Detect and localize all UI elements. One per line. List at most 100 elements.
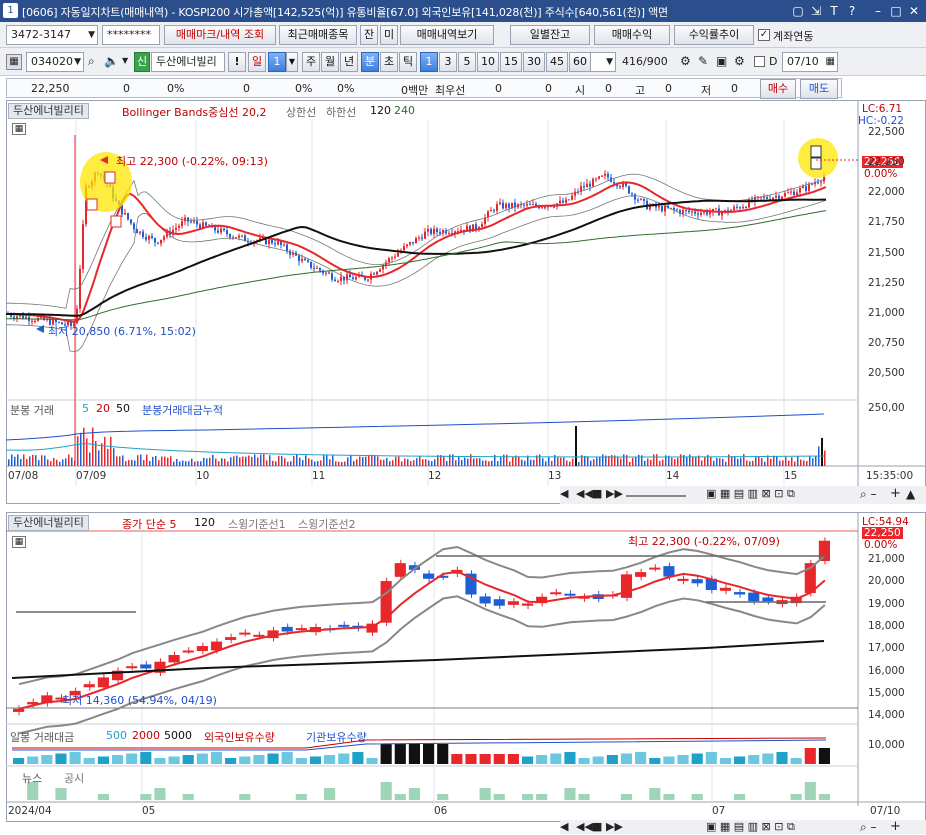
- intraday-volume-bar: [776, 456, 778, 466]
- trade-history-button[interactable]: 매매내역보기: [400, 25, 494, 45]
- pin-icon[interactable]: ⇲: [808, 3, 824, 19]
- stop-icon[interactable]: ■: [592, 487, 602, 500]
- text-t-icon[interactable]: T: [826, 3, 842, 19]
- chart-tools-icon[interactable]: ▣ ▦ ▤ ▥ ⊠ ⊡ ⧉: [706, 820, 795, 834]
- settings-icon[interactable]: ⚙: [734, 54, 745, 68]
- top-x-tick-label: 13: [548, 470, 562, 482]
- interval-button-3[interactable]: 3: [439, 52, 457, 72]
- next-icon[interactable]: ▶▶: [606, 487, 623, 500]
- top-x-tick-label: 07/08: [8, 470, 39, 482]
- order-icon[interactable]: ⚙: [680, 54, 691, 68]
- interval-button-10[interactable]: 10: [477, 52, 499, 72]
- return-trend-button[interactable]: 수익률추이: [674, 25, 754, 45]
- balance-button[interactable]: 잔: [360, 25, 378, 45]
- interval-button-45[interactable]: 45: [546, 52, 568, 72]
- period-tick-button[interactable]: 틱: [399, 52, 417, 72]
- help-icon[interactable]: ?: [844, 3, 860, 19]
- intraday-candle: [274, 243, 276, 245]
- period-year-button[interactable]: 년: [340, 52, 358, 72]
- intraday-volume-bar: [344, 461, 346, 466]
- intraday-volume-bar: [800, 459, 802, 466]
- bottom-pct-tag: 0.00%: [864, 539, 898, 551]
- intraday-candle: [412, 242, 414, 244]
- close-icon[interactable]: ✕: [906, 3, 922, 19]
- bottom-x-tick-label: 2024/04: [8, 805, 52, 817]
- date-checkbox[interactable]: [754, 56, 765, 67]
- speaker-icon[interactable]: 🔈: [104, 54, 119, 68]
- stock-name-field[interactable]: 두산에너빌리: [151, 52, 225, 72]
- period-week-button[interactable]: 주: [302, 52, 320, 72]
- scroll-left-icon[interactable]: ◀: [560, 820, 568, 833]
- zoom-out-icon[interactable]: ⌕ –: [860, 487, 877, 502]
- chevron-down-icon[interactable]: ▼: [286, 52, 298, 72]
- zoom-in-icon[interactable]: +: [890, 486, 901, 501]
- minimize-icon[interactable]: –: [870, 3, 886, 19]
- magnify-icon[interactable]: ▲: [906, 487, 915, 501]
- sell-button[interactable]: 매도: [800, 79, 838, 99]
- stock-code-input[interactable]: 034020 ▼: [26, 52, 84, 72]
- daily-candle: [394, 563, 406, 577]
- intraday-volume-bar: [737, 458, 739, 466]
- grid-toggle-icon[interactable]: ▦: [12, 536, 26, 548]
- daily-candle: [479, 596, 491, 604]
- intraday-volume-bar: [227, 461, 229, 466]
- daily-balance-button[interactable]: 일별잔고: [510, 25, 590, 45]
- trade-profit-button[interactable]: 매매수익: [594, 25, 670, 45]
- stop-icon[interactable]: ■: [592, 820, 602, 833]
- scroll-left-icon[interactable]: ◀: [560, 487, 568, 500]
- save-icon[interactable]: ▣: [716, 54, 727, 68]
- chart-tools-icon[interactable]: ▣ ▦ ▤ ▥ ⊠ ⊡ ⧉: [706, 487, 795, 501]
- unfilled-button[interactable]: 미: [380, 25, 398, 45]
- chevron-down-icon[interactable]: ▼: [122, 56, 128, 65]
- account-select[interactable]: 3472-3147 ▼: [6, 25, 98, 45]
- prev-icon[interactable]: ◀◀: [576, 820, 593, 833]
- interval-button-30[interactable]: 30: [523, 52, 545, 72]
- layout-icon[interactable]: ▦: [6, 54, 22, 70]
- intraday-volume-bar: [350, 455, 352, 466]
- intraday-volume-bar: [788, 460, 790, 466]
- intraday-volume-bar: [176, 459, 178, 466]
- intraday-volume-bar: [467, 458, 469, 466]
- daily-candle: [380, 581, 392, 623]
- interval-button-60[interactable]: 60: [569, 52, 591, 72]
- recent-trades-button[interactable]: 최근매매종목: [279, 25, 357, 45]
- period-value[interactable]: 1: [268, 52, 286, 72]
- interval-button-5[interactable]: 5: [458, 52, 476, 72]
- intraday-candle: [31, 320, 33, 322]
- next-icon[interactable]: ▶▶: [606, 820, 623, 833]
- trade-mark-button[interactable]: 매매마크/내역 조회: [164, 25, 276, 45]
- zoom-in-icon[interactable]: +: [890, 819, 901, 834]
- intraday-candle: [676, 209, 678, 211]
- period-day-button[interactable]: 일: [248, 52, 266, 72]
- window-list-icon[interactable]: ▢: [790, 3, 806, 19]
- intraday-volume-bar: [518, 456, 520, 466]
- intraday-volume-bar: [677, 457, 679, 466]
- zoom-slider[interactable]: [626, 495, 686, 497]
- intraday-volume-bar: [644, 460, 646, 466]
- daily-volume-bar: [762, 753, 774, 764]
- daily-chart-svg[interactable]: [6, 512, 926, 822]
- search-icon[interactable]: ⌕: [88, 54, 95, 69]
- date-input[interactable]: 07/10 ▦: [782, 52, 838, 72]
- zoom-out-icon[interactable]: ⌕ –: [860, 820, 877, 835]
- buy-button[interactable]: 매수: [760, 79, 796, 99]
- intraday-volume-bar: [296, 454, 298, 466]
- password-field[interactable]: ********: [102, 25, 160, 45]
- interval-button-1[interactable]: 1: [420, 52, 438, 72]
- intraday-candle: [496, 204, 498, 211]
- intraday-candle: [673, 207, 675, 210]
- period-minute-button[interactable]: 분: [361, 52, 379, 72]
- intraday-candle: [784, 193, 786, 197]
- chevron-down-icon: ▼: [74, 57, 81, 67]
- intraday-candle: [217, 230, 219, 233]
- account-link-checkbox[interactable]: ✓: [758, 29, 770, 41]
- period-month-button[interactable]: 월: [321, 52, 339, 72]
- draw-icon[interactable]: ✎: [698, 54, 708, 68]
- maximize-icon[interactable]: □: [888, 3, 904, 19]
- grid-toggle-icon[interactable]: ▦: [12, 123, 26, 135]
- interval-button-15[interactable]: 15: [500, 52, 522, 72]
- period-second-button[interactable]: 초: [380, 52, 398, 72]
- intraday-volume-bar: [416, 458, 418, 466]
- alert-icon[interactable]: !: [228, 52, 246, 72]
- prev-icon[interactable]: ◀◀: [576, 487, 593, 500]
